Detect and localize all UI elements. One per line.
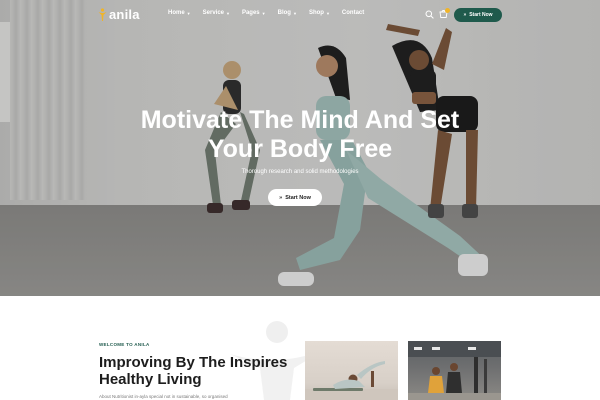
about-photo-yoga-image <box>305 361 398 400</box>
nav-start-button-label: Start Now <box>469 12 493 18</box>
logo-text: anila <box>109 7 140 22</box>
menu-item-contact[interactable]: Contact <box>342 10 364 16</box>
about-title: Improving By The Inspires Healthy Living <box>99 354 288 388</box>
chevron-down-icon: ▼ <box>292 10 297 16</box>
top-nav: anila Home ▼ Service ▼ Pages ▼ Blog ▼ Shop ▼ … <box>0 0 600 30</box>
chevron-down-icon: ▼ <box>186 10 191 16</box>
hero-subtitle: Thorough research and solid methodologie… <box>241 169 359 175</box>
double-chevron-icon: » <box>279 194 283 201</box>
chevron-down-icon: ▼ <box>261 10 266 16</box>
chevron-down-icon: ▼ <box>226 10 230 16</box>
menu-item-service[interactable]: Service ▼ <box>203 10 230 16</box>
hero-start-button-label: Start Now <box>285 194 311 201</box>
about-eyebrow: WELCOME TO ANILA <box>99 342 150 347</box>
double-chevron-icon: » <box>463 12 467 18</box>
menu-item-shop-label: Shop <box>308 10 324 16</box>
main-menu: Home ▼ Service ▼ Pages ▼ Blog ▼ Shop ▼ Contac… <box>168 10 376 16</box>
about-photo-yoga <box>305 341 398 400</box>
hero-section: Motivate The Mind And Set Your Body Free… <box>0 0 600 296</box>
menu-item-home[interactable]: Home ▼ <box>168 10 191 16</box>
logo-mark-icon <box>98 7 107 21</box>
menu-item-contact-label: Contact <box>341 10 365 16</box>
search-icon[interactable] <box>425 10 434 19</box>
cart-badge <box>445 8 450 13</box>
hero-start-button[interactable]: » Start Now <box>268 189 322 206</box>
menu-item-pages-label: Pages <box>241 10 260 16</box>
about-photo-gym <box>408 341 501 400</box>
logo[interactable]: anila <box>98 7 140 22</box>
chevron-down-icon: ▼ <box>325 10 330 16</box>
menu-item-blog[interactable]: Blog ▼ <box>278 10 297 16</box>
menu-item-pages[interactable]: Pages ▼ <box>242 10 266 16</box>
menu-item-service-label: Service <box>202 10 224 16</box>
menu-item-home-label: Home <box>168 10 185 16</box>
menu-item-blog-label: Blog <box>277 10 291 16</box>
menu-item-shop[interactable]: Shop ▼ <box>309 10 330 16</box>
nav-start-button[interactable]: » Start Now <box>454 8 502 22</box>
about-photo-gym-image <box>408 341 501 400</box>
about-text: About Nutritionist in-ayla special not i… <box>99 394 228 399</box>
hero-title: Motivate The Mind And Set Your Body Free <box>140 106 460 163</box>
